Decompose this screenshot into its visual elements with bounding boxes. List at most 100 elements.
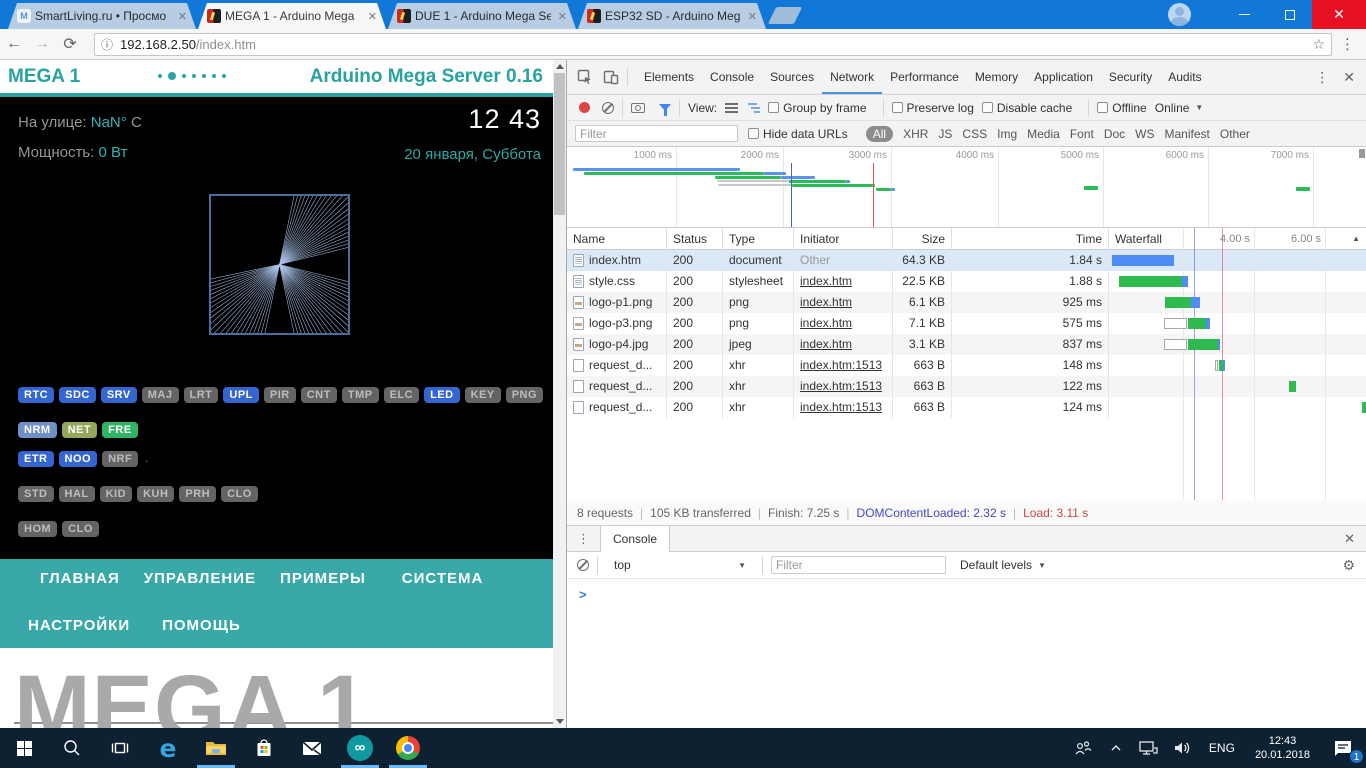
tab-close-icon[interactable]: ✕ — [555, 10, 570, 23]
initiator-link[interactable]: index.htm:1513 — [800, 379, 882, 393]
type-filter-js[interactable]: JS — [938, 127, 952, 141]
console-drawer-tab[interactable]: Console — [600, 526, 670, 552]
back-icon[interactable]: ← — [0, 35, 28, 53]
window-close-button[interactable]: ✕ — [1312, 0, 1366, 29]
devtools-close-icon[interactable]: ✕ — [1343, 69, 1355, 86]
status-badge-clo[interactable]: CLO — [221, 486, 258, 502]
type-filter-doc[interactable]: Doc — [1104, 127, 1125, 141]
network-overview-timeline[interactable]: 1000 ms2000 ms3000 ms4000 ms5000 ms6000 … — [567, 147, 1366, 228]
devtools-tab-network[interactable]: Network — [822, 60, 882, 94]
status-badge-rtc[interactable]: RTC — [18, 387, 54, 403]
volume-button[interactable] — [1165, 728, 1199, 768]
request-row-logo-p4-jpg[interactable]: logo-p4.jpg200jpegindex.htm3.1 KB837 ms — [567, 334, 1366, 355]
column-header-initiator[interactable]: Initiator — [794, 228, 893, 249]
status-badge-hom[interactable]: HOM — [18, 521, 57, 537]
browser-tab-mega1[interactable]: MEGA 1 - Arduino Mega ✕ — [198, 3, 386, 29]
request-row-style-css[interactable]: style.css200stylesheetindex.htm22.5 KB1.… — [567, 271, 1366, 292]
browser-tab-esp32[interactable]: ESP32 SD - Arduino Meg ✕ — [578, 3, 766, 29]
menu-item-6[interactable]: ПОМОЩЬ — [162, 617, 241, 634]
type-filter-font[interactable]: Font — [1070, 127, 1094, 141]
reload-icon[interactable]: ⟳ — [56, 34, 84, 54]
tab-close-icon[interactable]: ✕ — [365, 10, 380, 23]
initiator-link[interactable]: index.htm — [800, 295, 852, 309]
address-bar[interactable]: ⓘ 192.168.2.50 /index.htm ☆ — [94, 33, 1332, 56]
inspect-element-icon[interactable] — [577, 69, 593, 85]
menu-item-4[interactable]: СИСТЕМА — [402, 570, 484, 587]
request-row-request-d---[interactable]: request_d...200xhrindex.htm:1513663 B122… — [567, 376, 1366, 397]
status-badge-pir[interactable]: PIR — [264, 387, 296, 403]
status-badge-kuh[interactable]: KUH — [137, 486, 174, 502]
type-filter-manifest[interactable]: Manifest — [1165, 127, 1210, 141]
status-badge-key[interactable]: KEY — [465, 387, 501, 403]
devtools-tab-console[interactable]: Console — [702, 60, 762, 94]
request-row-request-d---[interactable]: request_d...200xhrindex.htm:1513663 B148… — [567, 355, 1366, 376]
console-clear-icon[interactable] — [577, 559, 589, 571]
devtools-tab-performance[interactable]: Performance — [882, 60, 967, 94]
status-badge-etr[interactable]: ETR — [18, 451, 54, 467]
status-badge-elc[interactable]: ELC — [384, 387, 420, 403]
status-badge-maj[interactable]: MAJ — [142, 387, 179, 403]
taskbar-edge-button[interactable]: e — [144, 728, 192, 768]
console-prompt[interactable]: > — [579, 587, 587, 602]
network-filter-input[interactable] — [575, 125, 738, 142]
view-waterfall-icon[interactable] — [748, 103, 760, 113]
drawer-close-icon[interactable]: ✕ — [1344, 531, 1366, 547]
status-badge-clo[interactable]: CLO — [62, 521, 99, 537]
status-badge-nrm[interactable]: NRM — [18, 422, 57, 438]
taskbar-explorer-button[interactable] — [192, 728, 240, 768]
record-icon[interactable] — [579, 102, 590, 113]
taskbar-mail-button[interactable] — [288, 728, 336, 768]
status-badge-png[interactable]: PNG — [506, 387, 543, 403]
menu-item-1[interactable]: ГЛАВНАЯ — [40, 570, 120, 587]
window-maximize-button[interactable] — [1268, 0, 1312, 29]
browser-tab-due1[interactable]: DUE 1 - Arduino Mega Se ✕ — [388, 3, 576, 29]
clear-icon[interactable] — [602, 102, 614, 114]
people-button[interactable] — [1065, 728, 1101, 768]
hide-data-urls-checkbox[interactable]: Hide data URLs — [748, 127, 848, 141]
tab-close-icon[interactable]: ✕ — [745, 10, 760, 23]
status-badge-sdc[interactable]: SDC — [59, 387, 96, 403]
status-badge-std[interactable]: STD — [18, 486, 54, 502]
status-badge-led[interactable]: LED — [424, 387, 460, 403]
start-button[interactable] — [0, 728, 48, 768]
devtools-tab-elements[interactable]: Elements — [636, 60, 702, 94]
profile-avatar[interactable] — [1168, 3, 1191, 26]
network-status-button[interactable] — [1131, 728, 1165, 768]
devtools-tab-memory[interactable]: Memory — [967, 60, 1026, 94]
forward-icon[interactable]: → — [28, 35, 56, 53]
scrollbar-thumb[interactable] — [554, 73, 565, 215]
status-badge-hal[interactable]: HAL — [59, 486, 95, 502]
filter-funnel-icon[interactable] — [659, 104, 671, 111]
initiator-link[interactable]: index.htm:1513 — [800, 400, 882, 414]
window-minimize-button[interactable] — [1222, 0, 1266, 29]
scroll-down-icon[interactable] — [556, 719, 564, 724]
type-filter-media[interactable]: Media — [1027, 127, 1060, 141]
throttling-dropdown[interactable]: Online▼ — [1155, 101, 1204, 115]
language-indicator[interactable]: ENG — [1199, 741, 1245, 755]
status-badge-noo[interactable]: NOO — [59, 451, 98, 467]
status-badge-tmp[interactable]: TMP — [342, 387, 379, 403]
view-list-icon[interactable] — [725, 103, 738, 113]
task-view-button[interactable] — [96, 728, 144, 768]
group-by-frame-checkbox[interactable]: Group by frame — [768, 101, 866, 115]
screenshot-capture-icon[interactable] — [631, 103, 645, 113]
drawer-menu-icon[interactable]: ⋮ — [577, 531, 590, 547]
type-filter-img[interactable]: Img — [997, 127, 1017, 141]
browser-menu-icon[interactable]: ⋮ — [1340, 35, 1355, 53]
request-row-request-d---[interactable]: request_d...200xhrindex.htm:1513663 B124… — [567, 397, 1366, 418]
type-filter-all[interactable]: All — [866, 126, 893, 142]
status-badge-net[interactable]: NET — [62, 422, 98, 438]
status-badge-cnt[interactable]: CNT — [301, 387, 337, 403]
device-toolbar-icon[interactable] — [603, 69, 619, 85]
taskbar-arduino-button[interactable]: ∞ — [336, 728, 384, 768]
column-header-size[interactable]: Size — [893, 228, 952, 249]
status-badge-upl[interactable]: UPL — [223, 387, 259, 403]
taskbar-store-button[interactable] — [240, 728, 288, 768]
devtools-tab-audits[interactable]: Audits — [1160, 60, 1209, 94]
request-row-logo-p3-png[interactable]: logo-p3.png200pngindex.htm7.1 KB575 ms — [567, 313, 1366, 334]
devtools-tab-application[interactable]: Application — [1026, 60, 1101, 94]
menu-item-2[interactable]: УПРАВЛЕНИЕ — [144, 570, 256, 587]
initiator-link[interactable]: index.htm — [800, 274, 852, 288]
devtools-more-icon[interactable]: ⋮ — [1315, 69, 1329, 86]
tab-close-icon[interactable]: ✕ — [175, 10, 190, 23]
